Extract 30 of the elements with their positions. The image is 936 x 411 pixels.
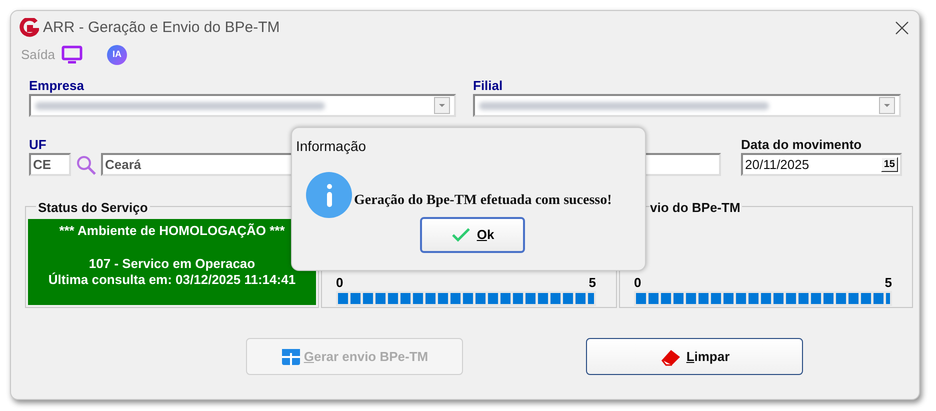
- last-check-text: Última consulta em: 03/12/2025 11:14:41: [48, 272, 296, 288]
- logo-icon: [19, 18, 39, 38]
- branch-label: Filial: [473, 78, 503, 93]
- close-icon[interactable]: [895, 21, 909, 35]
- progress-min: 0: [336, 276, 344, 290]
- uf-code-field[interactable]: CE: [29, 153, 71, 176]
- info-icon: [306, 172, 352, 218]
- progress-min: 0: [634, 276, 642, 290]
- dialog-title: Informação: [296, 137, 366, 156]
- company-label: Empresa: [29, 78, 84, 93]
- monitor-icon[interactable]: [60, 45, 83, 65]
- uf-label: UF: [29, 137, 46, 152]
- ok-button[interactable]: Ok: [420, 217, 525, 253]
- calendar-button[interactable]: 15: [880, 157, 898, 172]
- grid-icon: [280, 348, 301, 366]
- date-label: Data do movimento: [741, 137, 862, 152]
- date-field[interactable]: 20/11/2025 15: [741, 153, 902, 176]
- window-title: ARR - Geração e Envio do BPe-TM: [43, 18, 280, 38]
- search-icon[interactable]: [75, 154, 97, 176]
- company-dropdown[interactable]: [29, 94, 456, 117]
- dialog-message: Geração do Bpe-TM efetuada com sucesso!: [354, 192, 612, 210]
- environment-text: *** Ambiente de HOMOLOGAÇÃO ***: [59, 222, 285, 240]
- ai-badge[interactable]: IA: [106, 45, 127, 65]
- branch-dropdown[interactable]: [473, 94, 901, 117]
- progress-max: 5: [884, 276, 892, 290]
- clear-button[interactable]: Limpar: [586, 338, 803, 375]
- date-value: 20/11/2025: [745, 156, 810, 174]
- progress-max: 5: [588, 276, 596, 290]
- check-icon: [450, 227, 471, 243]
- service-status-text: 107 - Servico em Operacao: [88, 256, 256, 272]
